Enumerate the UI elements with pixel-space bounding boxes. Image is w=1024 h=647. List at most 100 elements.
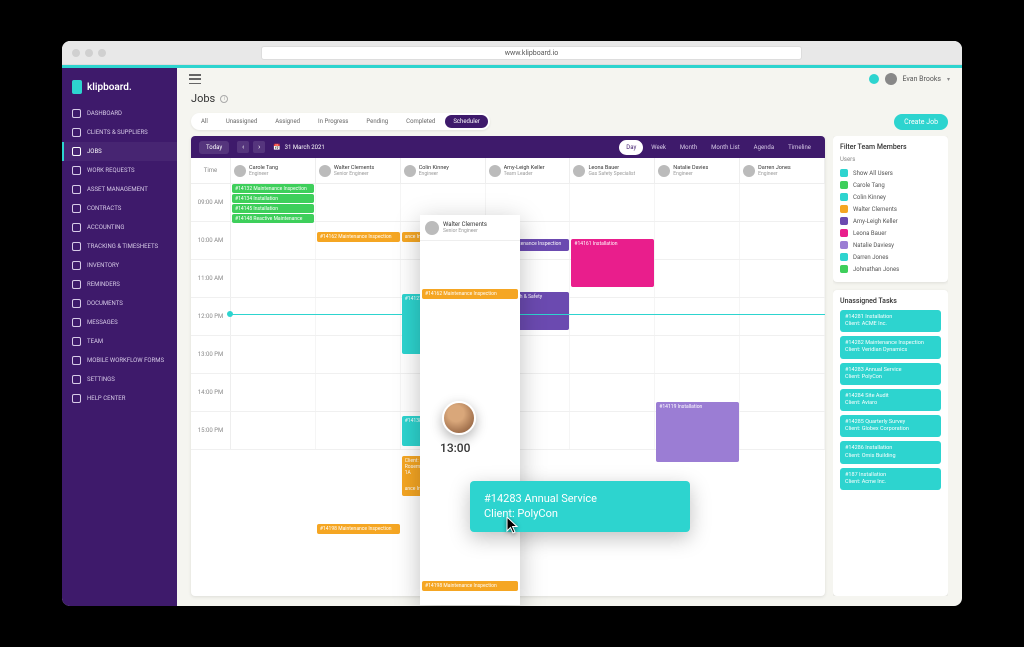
nav-item[interactable]: TEAM [62,332,177,351]
window-dot[interactable] [98,49,106,57]
nav-item[interactable]: ASSET MANAGEMENT [62,180,177,199]
grid-cell[interactable] [316,336,401,373]
user-filter-item[interactable]: Johnathan Jones [840,263,941,275]
grid-cell[interactable] [655,222,740,259]
user-filter-item[interactable]: Carole Tang [840,179,941,191]
team-header-cell[interactable]: Amy-Leigh KellerTeam Leader [486,158,571,183]
team-header-cell[interactable]: Darren JonesEngineer [740,158,825,183]
info-icon[interactable]: i [220,95,228,103]
unassigned-task-card[interactable]: #14284 Site AuditClient: Aviaro [840,389,941,411]
grid-cell[interactable] [231,412,316,449]
view-button[interactable]: Timeline [782,141,817,154]
team-header-cell[interactable]: Natalie DaviesEngineer [655,158,740,183]
view-button[interactable]: Month List [705,141,745,154]
status-tab[interactable]: Scheduler [445,115,488,128]
grid-cell[interactable] [655,336,740,373]
view-button[interactable]: Week [645,141,672,154]
nav-item[interactable]: TRACKING & TIMESHEETS [62,237,177,256]
grid-cell[interactable] [740,184,825,221]
view-button[interactable]: Month [674,141,703,154]
team-header-cell[interactable]: Leona BauerGas Safety Specialist [570,158,655,183]
status-tab[interactable]: Completed [398,115,443,128]
status-tab[interactable]: Unassigned [218,115,265,128]
nav-item[interactable]: SETTINGS [62,370,177,389]
schedule-event[interactable]: #14162 Maintenance Inspection [422,289,518,299]
unassigned-task-card[interactable]: #14281 InstallationClient: ACME Inc. [840,310,941,332]
unassigned-task-card[interactable]: #14283 Annual ServiceClient: PolyCon [840,363,941,385]
window-dot[interactable] [72,49,80,57]
grid-cell[interactable] [570,184,655,221]
nav-item[interactable]: HELP CENTER [62,389,177,408]
status-tab[interactable]: In Progress [310,115,356,128]
schedule-event[interactable]: #14132 Maintenance Inspection [232,184,314,193]
nav-item[interactable]: WORK REQUESTS [62,161,177,180]
url-bar[interactable]: www.klipboard.io [261,46,802,60]
grid-cell[interactable] [231,222,316,259]
unassigned-task-card[interactable]: #14285 Quarterly SurveyClient: Globex Co… [840,415,941,437]
user-filter-item[interactable]: Colin Kinney [840,191,941,203]
grid-cell[interactable] [740,298,825,335]
schedule-event[interactable]: #14161 Installation [571,239,654,287]
grid-cell[interactable] [316,298,401,335]
prev-button[interactable]: ‹ [237,141,249,153]
grid-cell[interactable] [231,298,316,335]
grid-cell[interactable] [655,298,740,335]
user-filter-item[interactable]: Darren Jones [840,251,941,263]
status-tab[interactable]: All [193,115,216,128]
grid-cell[interactable] [231,374,316,411]
unassigned-task-card[interactable]: #14286 InstallationClient: Omis Building [840,441,941,463]
grid-cell[interactable] [740,412,825,449]
unassigned-task-card[interactable]: #14282 Maintenance InspectionClient: Ver… [840,336,941,358]
unassigned-task-card[interactable]: #187 InstallationClient: Acme Inc. [840,468,941,490]
schedule-event[interactable]: #14198 Maintenance Inspection [422,581,518,591]
schedule-event[interactable]: #14119 Installation [656,402,739,462]
create-job-button[interactable]: Create Job [894,114,948,130]
grid-cell[interactable] [570,298,655,335]
hamburger-icon[interactable] [189,74,201,84]
grid-cell[interactable] [740,336,825,373]
drag-task-card[interactable]: #14283 Annual Service Client: PolyCon [470,481,690,532]
window-dot[interactable] [85,49,93,57]
next-button[interactable]: › [253,141,265,153]
logo[interactable]: klipboard. [62,76,177,104]
user-filter-item[interactable]: Amy-Leigh Keller [840,215,941,227]
grid-cell[interactable] [570,374,655,411]
user-filter-item[interactable]: Leona Bauer [840,227,941,239]
grid-cell[interactable] [655,184,740,221]
status-tab[interactable]: Pending [358,115,396,128]
user-filter-item[interactable]: Show All Users [840,167,941,179]
today-button[interactable]: Today [199,141,229,154]
grid-cell[interactable] [570,336,655,373]
schedule-event[interactable]: #14134 Installation [232,194,314,203]
nav-item[interactable]: DASHBOARD [62,104,177,123]
grid-cell[interactable] [740,374,825,411]
view-button[interactable]: Agenda [748,141,780,154]
grid-cell[interactable] [231,260,316,297]
grid-cell[interactable] [231,336,316,373]
user-area[interactable]: Evan Brooks ▾ [869,73,950,85]
grid-cell[interactable] [316,184,401,221]
grid-cell[interactable] [655,260,740,297]
team-header-cell[interactable]: Carole TangEngineer [231,158,316,183]
nav-item[interactable]: CLIENTS & SUPPLIERS [62,123,177,142]
grid-cell[interactable] [316,374,401,411]
grid-cell[interactable] [316,412,401,449]
team-header-cell[interactable]: Walter ClementsSenior Engineer [316,158,401,183]
nav-item[interactable]: CONTRACTS [62,199,177,218]
nav-item[interactable]: INVENTORY [62,256,177,275]
nav-item[interactable]: MESSAGES [62,313,177,332]
nav-item[interactable]: DOCUMENTS [62,294,177,313]
team-header-cell[interactable]: Colin KinneyEngineer [401,158,486,183]
grid-cell[interactable] [740,222,825,259]
date-display[interactable]: 📅 31 March 2021 [273,144,325,151]
schedule-event[interactable]: #14145 Installation [232,204,314,213]
nav-item[interactable]: MOBILE WORKFLOW FORMS [62,351,177,370]
grid-cell[interactable]: #14132 Maintenance Inspection#14134 Inst… [231,184,316,221]
nav-item[interactable]: JOBS [62,142,177,161]
view-button[interactable]: Day [619,140,643,155]
grid-cell[interactable] [570,412,655,449]
user-filter-item[interactable]: Walter Clements [840,203,941,215]
user-filter-item[interactable]: Natalie Daviesy [840,239,941,251]
status-tab[interactable]: Assigned [267,115,308,128]
notification-dot-icon[interactable] [869,74,879,84]
